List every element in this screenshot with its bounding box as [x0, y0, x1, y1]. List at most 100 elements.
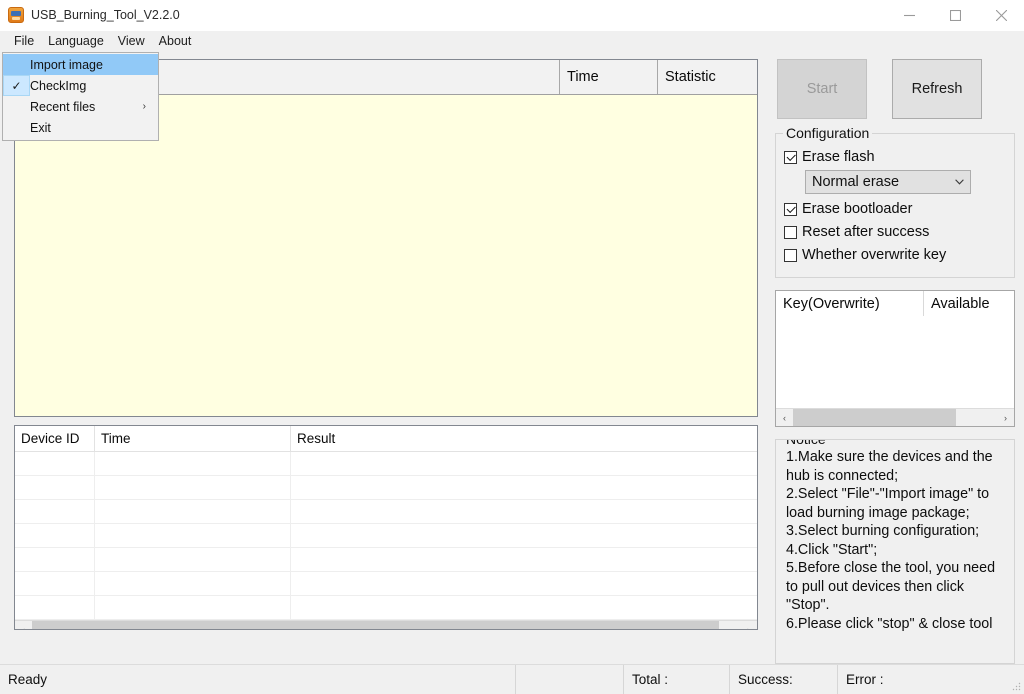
- cell-result: [291, 596, 757, 619]
- table-row[interactable]: [15, 500, 757, 524]
- action-buttons: Start Refresh: [775, 59, 1015, 119]
- cell-device-id: [15, 452, 95, 475]
- log-grid-header: Device ID Time Result: [15, 426, 757, 452]
- key-panel-body: [776, 316, 1014, 408]
- cell-time: [95, 572, 291, 595]
- checkbox-erase-flash[interactable]: Erase flash: [784, 146, 1006, 168]
- table-row[interactable]: [15, 572, 757, 596]
- file-dropdown-menu: Import image ✓ CheckImg Recent files › E…: [2, 52, 159, 141]
- table-row[interactable]: [15, 548, 757, 572]
- title-bar: USB_Burning_Tool_V2.2.0: [0, 0, 1024, 31]
- table-row[interactable]: [15, 476, 757, 500]
- window-title: USB_Burning_Tool_V2.2.0: [31, 8, 180, 22]
- status-total: Total :: [624, 665, 730, 694]
- cell-result: [291, 524, 757, 547]
- resize-grip-icon[interactable]: [1011, 681, 1021, 691]
- scroll-left-icon[interactable]: ‹: [776, 409, 793, 426]
- start-button[interactable]: Start: [777, 59, 867, 119]
- main-content: Time Statistic Device ID Time Result ‹ ›…: [0, 51, 1024, 664]
- device-grid-col-statistic[interactable]: Statistic: [658, 60, 757, 94]
- cell-time: [95, 452, 291, 475]
- table-row[interactable]: [15, 452, 757, 476]
- menu-item-label: CheckImg: [30, 78, 87, 93]
- menu-item-checkimg[interactable]: ✓ CheckImg: [3, 75, 158, 96]
- chevron-right-icon: ›: [142, 101, 146, 112]
- checkbox-erase-bootloader[interactable]: Erase bootloader: [784, 198, 1006, 220]
- cell-device-id: [15, 548, 95, 571]
- device-grid-col-time[interactable]: Time: [560, 60, 658, 94]
- status-error: Error :: [846, 672, 884, 687]
- scroll-thumb[interactable]: [793, 409, 957, 426]
- maximize-icon[interactable]: [932, 0, 978, 30]
- checkbox-icon[interactable]: [784, 202, 797, 216]
- cell-time: [95, 500, 291, 523]
- menu-gutter: [3, 96, 30, 117]
- erase-mode-value: Normal erase: [812, 174, 900, 190]
- key-panel-header: Key(Overwrite) Available: [776, 291, 1014, 316]
- close-icon[interactable]: [978, 0, 1024, 30]
- configuration-group: Configuration Erase flash Normal erase E…: [775, 125, 1015, 278]
- status-bar: Ready Total : Success: Error :: [0, 664, 1024, 694]
- cell-result: [291, 500, 757, 523]
- menu-file[interactable]: File: [7, 32, 41, 51]
- checkbox-icon[interactable]: [784, 248, 797, 262]
- key-col-available[interactable]: Available: [924, 291, 1014, 316]
- checkbox-icon[interactable]: [784, 150, 797, 164]
- log-grid-hscrollbar[interactable]: ‹ ›: [15, 620, 757, 629]
- application-window: USB_Burning_Tool_V2.2.0 File Language Vi…: [0, 0, 1024, 694]
- menu-item-import-image[interactable]: Import image: [3, 54, 158, 75]
- status-success: Success:: [730, 665, 838, 694]
- menu-bar: File Language View About: [0, 31, 1024, 51]
- checkbox-reset-after-success[interactable]: Reset after success: [784, 221, 1006, 243]
- checkbox-label: Whether overwrite key: [802, 247, 947, 263]
- log-grid-body: [15, 452, 757, 620]
- menu-about[interactable]: About: [152, 32, 199, 51]
- status-blank: [516, 665, 624, 694]
- checkbox-whether-overwrite-key[interactable]: Whether overwrite key: [784, 244, 1006, 266]
- key-col-key-overwrite[interactable]: Key(Overwrite): [776, 291, 924, 316]
- refresh-button[interactable]: Refresh: [892, 59, 982, 119]
- menu-gutter: [3, 117, 30, 138]
- scroll-track[interactable]: [32, 621, 740, 629]
- cell-device-id: [15, 596, 95, 619]
- log-grid-col-device-id[interactable]: Device ID: [15, 426, 95, 451]
- key-panel-hscrollbar[interactable]: ‹ ›: [776, 408, 1014, 426]
- scroll-thumb[interactable]: [32, 621, 719, 629]
- scroll-left-icon[interactable]: ‹: [15, 621, 32, 629]
- usb-burning-tool-icon: [8, 7, 24, 23]
- cell-device-id: [15, 476, 95, 499]
- menu-item-recent-files[interactable]: Recent files ›: [3, 96, 158, 117]
- window-controls: [886, 0, 1024, 30]
- cell-time: [95, 476, 291, 499]
- menu-item-exit[interactable]: Exit: [3, 117, 158, 138]
- erase-mode-select[interactable]: Normal erase: [805, 170, 971, 194]
- status-ready: Ready: [0, 665, 516, 694]
- table-row[interactable]: [15, 596, 757, 620]
- scroll-right-icon[interactable]: ›: [997, 409, 1014, 426]
- checkbox-label: Erase flash: [802, 149, 875, 165]
- notice-group: Notice 1.Make sure the devices and the h…: [775, 439, 1015, 664]
- log-grid-col-time[interactable]: Time: [95, 426, 291, 451]
- cell-time: [95, 548, 291, 571]
- log-grid: Device ID Time Result ‹ ›: [14, 425, 758, 630]
- log-grid-col-result[interactable]: Result: [291, 426, 757, 451]
- cell-result: [291, 572, 757, 595]
- cell-result: [291, 476, 757, 499]
- chevron-down-icon[interactable]: [948, 179, 970, 185]
- checkmark-icon: ✓: [11, 78, 22, 93]
- checkbox-icon[interactable]: [784, 225, 797, 239]
- table-row[interactable]: [15, 524, 757, 548]
- menu-gutter: [3, 54, 30, 75]
- menu-view[interactable]: View: [111, 32, 152, 51]
- notice-text: 1.Make sure the devices and the hub is c…: [786, 449, 996, 632]
- menu-item-label: Import image: [30, 57, 103, 72]
- menu-gutter: ✓: [3, 75, 30, 96]
- scroll-right-icon[interactable]: ›: [740, 621, 757, 629]
- minimize-icon[interactable]: [886, 0, 932, 30]
- menu-item-label: Exit: [30, 120, 51, 135]
- device-grid-body: [15, 95, 757, 416]
- menu-language[interactable]: Language: [41, 32, 111, 51]
- checkbox-label: Erase bootloader: [802, 201, 913, 217]
- scroll-track[interactable]: [793, 409, 997, 426]
- configuration-title: Configuration: [783, 125, 873, 141]
